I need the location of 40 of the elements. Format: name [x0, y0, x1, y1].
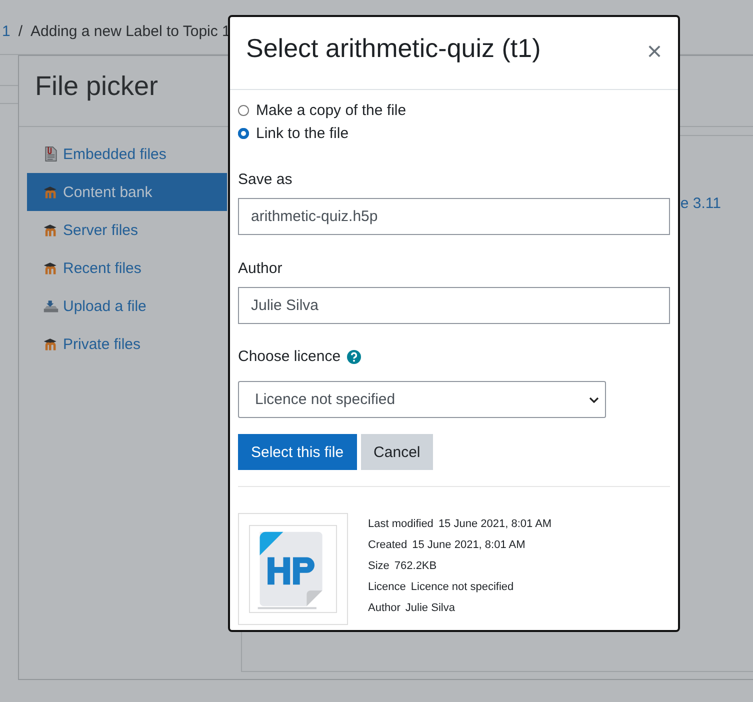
author-field[interactable]: Julie Silva: [238, 287, 670, 324]
detail-label: Created: [368, 538, 408, 550]
repository-item[interactable]: Server files: [27, 211, 227, 249]
field-label: Author: [238, 260, 284, 277]
select-file-button[interactable]: Select this file: [238, 434, 357, 470]
upload-tray-icon: [43, 298, 59, 314]
graduation-cap-icon: [43, 184, 59, 200]
breadcrumb-link[interactable]: 1: [2, 23, 10, 54]
licence-dropdown[interactable]: Licence not specified: [238, 381, 606, 418]
radio-button[interactable]: [238, 128, 249, 139]
detail-value: 15 June 2021, 8:01 AM: [412, 538, 526, 550]
graduation-cap-icon: [43, 336, 59, 352]
help-icon[interactable]: [346, 350, 361, 364]
graduation-cap-icon: [43, 260, 59, 276]
detail-label: Author: [368, 602, 400, 614]
content-link[interactable]: e 3.11: [680, 195, 721, 212]
repository-item[interactable]: Upload a file: [27, 287, 227, 325]
repository-item[interactable]: Private files: [27, 325, 227, 363]
detail-value: Julie Silva: [405, 602, 455, 614]
radio-label: Link to the file: [256, 125, 349, 142]
radio-label: Make a copy of the file: [256, 102, 406, 119]
filename-field[interactable]: arithmetic-quiz.h5p: [238, 198, 670, 235]
breadcrumb-text: /: [18, 23, 23, 42]
radio-button[interactable]: [238, 105, 249, 116]
document-clip-icon: [43, 146, 59, 162]
detail-label: Last modified: [368, 518, 434, 530]
chevron-down-icon: [589, 396, 599, 402]
graduation-cap-icon: [43, 222, 59, 238]
field-label: Choose licence: [238, 348, 341, 365]
detail-label: Size: [368, 560, 390, 572]
repository-item[interactable]: Recent files: [27, 249, 227, 287]
repository-item[interactable]: Content bank: [27, 173, 227, 211]
field-label: Save as: [238, 171, 294, 188]
h5p-file-icon: [249, 525, 337, 613]
detail-label: Licence: [368, 580, 406, 592]
detail-value: Licence not specified: [410, 580, 514, 592]
repository-item[interactable]: Embedded files: [27, 135, 227, 173]
cancel-button[interactable]: Cancel: [360, 434, 434, 470]
detail-value: 762.2KB: [394, 560, 437, 572]
detail-value: 15 June 2021, 8:01 AM: [438, 518, 552, 530]
